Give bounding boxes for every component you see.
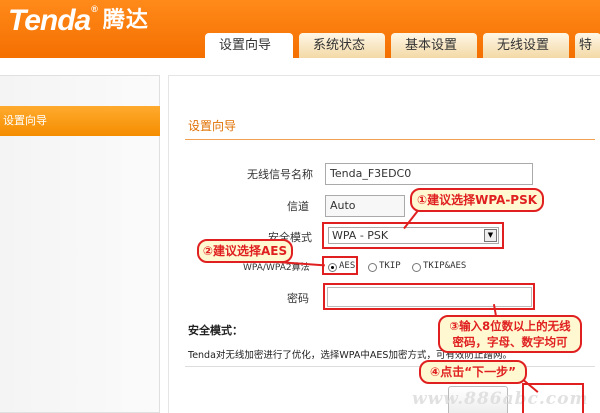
radio-tkip-aes-label: TKIP&AES [423,261,467,271]
tab-more[interactable]: 特 [575,33,600,58]
logo-text: Tenda [8,4,91,37]
ssid-input[interactable]: Tenda_F3EDC0 [325,163,533,185]
annotation-note-3-line-1: ③输入8位数以上的无线 [449,319,571,333]
highlight-aes [322,256,358,275]
registered-mark: ® [91,4,98,14]
annotation-note-3: ③输入8位数以上的无线 密码，字母、数字均可 [438,315,582,353]
bottom-divider [185,366,595,367]
highlight-security-mode [322,222,504,249]
tab-system-status[interactable]: 系统状态 [299,33,385,58]
title-divider [185,139,595,140]
tab-setup-wizard[interactable]: 设置向导 [205,33,293,58]
logo-chinese-name: 腾达 [102,7,149,32]
tenda-logo: Tenda® 腾达 [8,4,149,38]
highlight-password [323,283,535,310]
sidebar-item-setup-wizard[interactable]: 设置向导 [0,106,160,136]
tab-wireless-settings[interactable]: 无线设置 [483,33,569,58]
channel-label: 信道 [287,200,309,213]
main-tabs: 设置向导 系统状态 基本设置 无线设置 特 [205,33,600,58]
annotation-note-4: ④点击“下一步” [419,360,527,384]
radio-tkip-label: TKIP [379,261,401,271]
sidebar: 设置向导 [0,75,160,413]
header-bar: Tenda® 腾达 设置向导 系统状态 基本设置 无线设置 特 [0,0,600,58]
annotation-note-2: ②建议选择AES [197,239,293,263]
annotation-note-1: ①建议选择WPA-PSK [410,188,544,212]
password-label: 密码 [287,292,309,305]
radio-tkip-aes[interactable] [412,263,421,272]
tab-basic-settings[interactable]: 基本设置 [391,33,477,58]
ssid-label: 无线信号名称 [247,168,313,181]
channel-select[interactable]: Auto [325,195,405,217]
radio-tkip[interactable] [368,263,377,272]
security-mode-heading: 安全模式： [188,324,243,337]
page-title: 设置向导 [188,119,237,133]
annotation-note-3-line-2: 密码，字母、数字均可 [452,335,568,349]
